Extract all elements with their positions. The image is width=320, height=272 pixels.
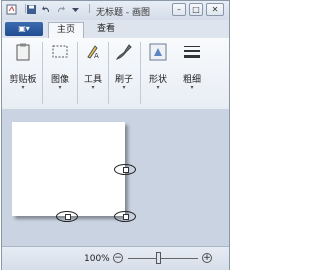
zoom-slider[interactable] <box>128 258 198 259</box>
close-button[interactable]: ✕ <box>206 3 224 16</box>
shapes-group[interactable]: 形状 ▾ <box>144 42 172 104</box>
tab-view[interactable]: 查看 <box>88 22 124 38</box>
canvas-resize-handle-right[interactable] <box>114 164 136 175</box>
shapes-icon <box>149 43 167 61</box>
tab-home[interactable]: 主页 <box>48 22 84 38</box>
tools-icon: A <box>87 45 99 60</box>
clipboard-icon <box>16 43 30 61</box>
paint-window: | | 无标题 - 画图 – □ ✕ ▣▾ 主页 查看 剪贴板 ▾ 图像 ▾ A… <box>1 0 230 270</box>
group-divider <box>42 42 43 104</box>
svg-text:A: A <box>94 52 99 60</box>
brushes-group[interactable]: 刷子 ▾ <box>110 42 138 104</box>
chevron-down-icon: ▾ <box>190 84 194 91</box>
undo-icon[interactable] <box>41 4 52 15</box>
chevron-down-icon: ▾ <box>91 84 95 91</box>
canvas-workspace <box>2 109 229 246</box>
image-group[interactable]: 图像 ▾ <box>44 42 76 104</box>
customize-quick-access-icon[interactable] <box>70 4 81 15</box>
zoom-slider-thumb[interactable] <box>156 252 161 264</box>
status-bar: 100% − + <box>2 246 229 270</box>
tools-group[interactable]: A 工具 ▾ <box>79 42 107 104</box>
minimize-button[interactable]: – <box>172 3 186 16</box>
ribbon-tab-row: ▣▾ 主页 查看 <box>2 20 229 39</box>
drawing-canvas[interactable] <box>12 122 125 216</box>
chevron-down-icon: ▾ <box>156 84 160 91</box>
chevron-down-icon: ▾ <box>21 84 25 91</box>
group-divider <box>77 42 78 104</box>
separator-bar: | <box>87 4 92 14</box>
group-divider <box>140 42 141 104</box>
window-title: 无标题 - 画图 <box>96 8 150 18</box>
paint-menu-button[interactable]: ▣▾ <box>5 22 43 36</box>
brush-icon <box>115 44 132 60</box>
clipboard-group[interactable]: 剪贴板 ▾ <box>5 42 41 104</box>
line-width-icon <box>184 46 200 58</box>
redo-icon[interactable] <box>55 4 66 15</box>
zoom-in-button[interactable]: + <box>202 253 212 263</box>
select-icon <box>52 45 68 58</box>
group-divider <box>108 42 109 104</box>
maximize-button[interactable]: □ <box>189 3 203 16</box>
chevron-down-icon: ▾ <box>122 84 126 91</box>
canvas-resize-handle-bottom[interactable] <box>56 211 78 222</box>
save-icon[interactable] <box>26 4 37 15</box>
zoom-percentage: 100% <box>84 254 110 264</box>
chevron-down-icon: ▾ <box>58 84 62 91</box>
paint-app-icon[interactable] <box>6 4 17 15</box>
size-group[interactable]: 粗细 ▾ <box>178 42 206 104</box>
zoom-out-button[interactable]: − <box>113 253 123 263</box>
ribbon: 剪贴板 ▾ 图像 ▾ A 工具 ▾ 刷子 ▾ 形状 ▾ 粗细 ▾ <box>2 38 229 110</box>
canvas-resize-handle-corner[interactable] <box>114 211 136 222</box>
title-bar: | | 无标题 - 画图 – □ ✕ <box>2 1 229 20</box>
